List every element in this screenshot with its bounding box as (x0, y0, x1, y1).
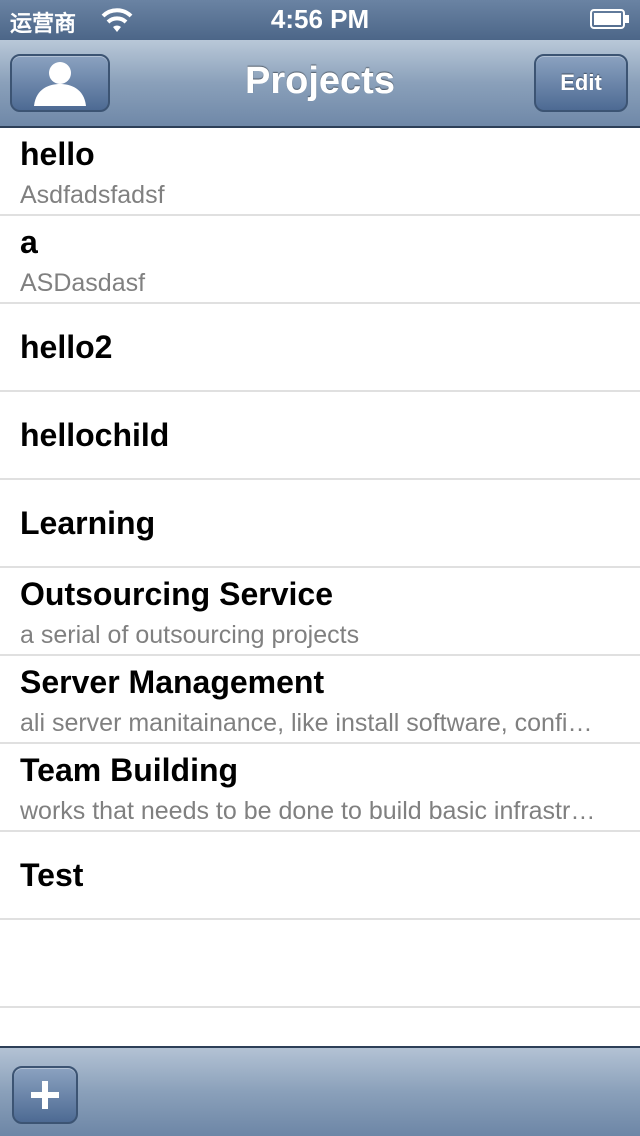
list-item[interactable]: hello2 (0, 304, 640, 392)
plus-icon (31, 1081, 59, 1109)
list-item[interactable]: Test (0, 832, 640, 920)
battery-icon (590, 9, 630, 29)
project-title: Team Building (20, 752, 239, 788)
list-item[interactable]: hello Asdfadsfadsf (0, 128, 640, 216)
project-title: Outsourcing Service (20, 576, 333, 612)
project-title: Learning (20, 505, 156, 541)
status-bar: 运营商 4:56 PM (0, 0, 640, 40)
projects-list: hello Asdfadsfadsf a ASDasdasf hello2 he… (0, 128, 640, 1008)
empty-row (0, 920, 640, 1008)
project-title: a (20, 224, 38, 260)
project-subtitle: works that needs to be done to build bas… (20, 797, 600, 825)
project-title: Test (20, 857, 84, 893)
project-title: hello (20, 136, 95, 172)
project-title: Server Management (20, 664, 325, 700)
project-title: hellochild (20, 417, 170, 453)
add-project-button[interactable] (12, 1066, 78, 1124)
edit-button[interactable]: Edit (534, 54, 628, 112)
project-subtitle: a serial of outsourcing projects (20, 621, 360, 649)
list-item[interactable]: a ASDasdasf (0, 216, 640, 304)
project-subtitle: Asdfadsfadsf (20, 181, 165, 209)
status-time: 4:56 PM (270, 4, 370, 34)
navigation-bar: Projects Edit (0, 40, 640, 128)
project-title: hello2 (20, 329, 113, 365)
list-item[interactable]: Learning (0, 480, 640, 568)
list-item[interactable]: Team Building works that needs to be don… (0, 744, 640, 832)
project-subtitle: ASDasdasf (20, 269, 146, 297)
list-item[interactable]: hellochild (0, 392, 640, 480)
list-item[interactable]: Outsourcing Service a serial of outsourc… (0, 568, 640, 656)
bottom-toolbar (0, 1046, 640, 1136)
list-item[interactable]: Server Management ali server manitainanc… (0, 656, 640, 744)
project-subtitle: ali server manitainance, like install so… (20, 709, 600, 737)
